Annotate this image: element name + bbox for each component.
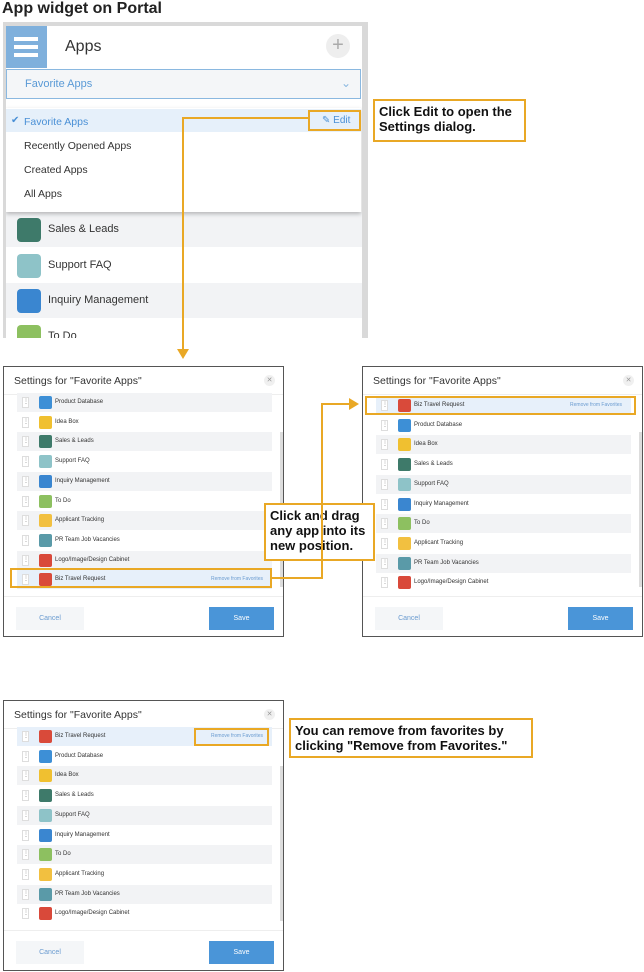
connector-lines	[177, 117, 359, 579]
connector-edit	[182, 117, 308, 350]
connector-drag	[270, 403, 350, 579]
arrow-right-icon	[349, 398, 359, 410]
arrow-down-icon	[177, 349, 189, 359]
